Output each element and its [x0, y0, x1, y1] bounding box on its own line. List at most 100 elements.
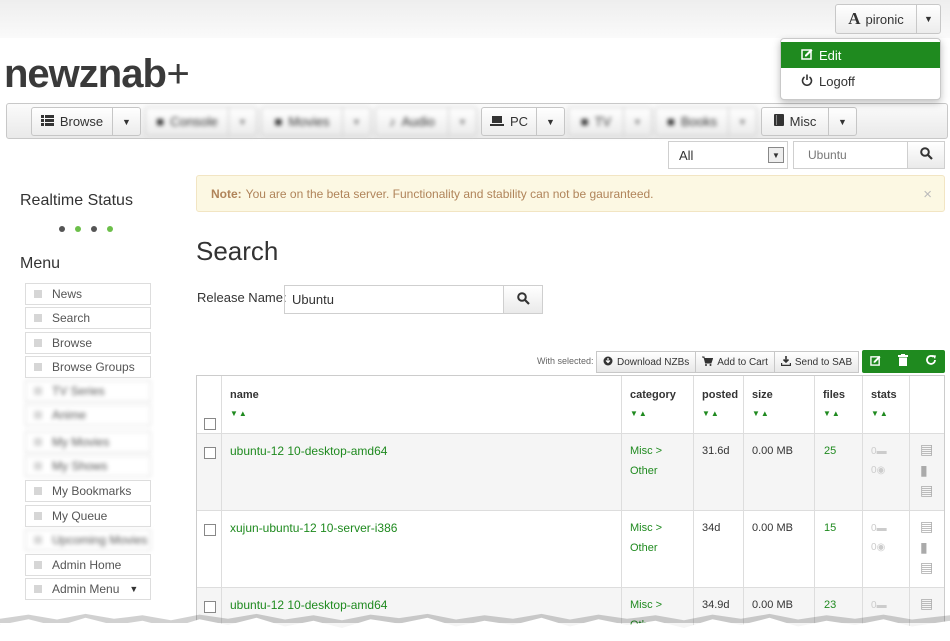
sidebar-item-my-bookmarks[interactable]: My Bookmarks	[25, 480, 151, 502]
edit-icon[interactable]	[870, 355, 881, 369]
category-link[interactable]: Other	[630, 465, 658, 477]
printer-icon[interactable]: ▤	[920, 441, 933, 458]
nav-tv[interactable]: ■ TV ▼	[568, 107, 652, 136]
files-link[interactable]: 15	[824, 522, 836, 534]
release-search-button[interactable]	[503, 285, 543, 314]
sidebar-item-browse[interactable]: Browse	[25, 332, 151, 354]
sort-arrows-icon[interactable]: ▼▲	[752, 409, 770, 418]
comments-count[interactable]: 0▬	[871, 523, 887, 534]
nav-books-caret[interactable]: ▼	[728, 108, 756, 135]
sidebar-item-my-shows[interactable]: My Shows	[25, 455, 151, 477]
sidebar-item-my-queue[interactable]: My Queue	[25, 505, 151, 527]
nav-pc-caret[interactable]: ▼	[536, 108, 564, 135]
column-header-name[interactable]: name	[230, 389, 259, 401]
sidebar-item-browse-groups[interactable]: Browse Groups	[25, 356, 151, 378]
category-link[interactable]: Misc >	[630, 599, 662, 611]
bookmark-icon[interactable]: ▮	[920, 539, 928, 556]
category-select[interactable]: All ▼	[668, 141, 788, 169]
nav-misc-label: Misc	[789, 114, 817, 129]
printer-icon[interactable]: ▤	[920, 595, 933, 612]
grabs-count[interactable]: 0◉	[871, 465, 885, 476]
release-name-link[interactable]: xujun-ubuntu-12 10-server-i386	[230, 521, 397, 535]
nav-movies[interactable]: ■ Movies ▼	[261, 107, 371, 136]
font-a-icon: A	[848, 9, 861, 28]
close-icon[interactable]: ×	[923, 186, 932, 203]
nav-console[interactable]: ■ Console ▼	[145, 107, 257, 136]
nav-audio-caret[interactable]: ▼	[448, 108, 476, 135]
sidebar-item-news[interactable]: News	[25, 283, 151, 305]
user-menu-toggle[interactable]: A pironic	[836, 5, 916, 33]
row-checkbox[interactable]	[204, 524, 216, 536]
sidebar-item-my-movies[interactable]: My Movies	[25, 431, 151, 453]
comments-count[interactable]: 0▬	[871, 446, 887, 457]
printer-icon[interactable]: ▤	[920, 559, 933, 576]
menu-item-edit[interactable]: Edit	[781, 42, 940, 68]
printer-icon[interactable]: ▤	[920, 482, 933, 499]
trash-icon[interactable]	[897, 354, 908, 369]
sort-arrows-icon[interactable]: ▼▲	[702, 409, 720, 418]
sort-arrows-icon[interactable]: ▼▲	[823, 409, 841, 418]
top-search-input[interactable]: Ubuntu	[793, 141, 908, 169]
files-link[interactable]: 25	[824, 445, 836, 457]
nav-browse-label: Browse	[59, 114, 104, 129]
release-name-input[interactable]: Ubuntu	[284, 285, 505, 314]
nav-tv-caret[interactable]: ▼	[623, 108, 651, 135]
nav-browse-caret[interactable]: ▼	[112, 108, 140, 135]
newznab-logo[interactable]: newznab+	[4, 52, 189, 96]
sidebar-item-admin-home[interactable]: Admin Home	[25, 554, 151, 576]
select-all-checkbox[interactable]	[204, 418, 216, 430]
printer-icon[interactable]: ▤	[920, 518, 933, 535]
nav-misc-button[interactable]: Misc	[762, 108, 828, 135]
category-link[interactable]: Misc >	[630, 445, 662, 457]
nav-tv-button[interactable]: ■ TV	[569, 108, 623, 135]
nav-browse[interactable]: Browse ▼	[31, 107, 141, 136]
bookmark-icon[interactable]: ▮	[920, 462, 928, 479]
category-link[interactable]: Misc >	[630, 522, 662, 534]
nav-movies-button[interactable]: ■ Movies	[262, 108, 342, 135]
user-caret-button[interactable]: ▼	[916, 5, 940, 33]
download-nzbs-button[interactable]: Download NZBs	[596, 351, 697, 373]
nav-pc[interactable]: PC ▼	[481, 107, 565, 136]
nav-audio[interactable]: ♪ Audio ▼	[375, 107, 477, 136]
row-checkbox[interactable]	[204, 601, 216, 613]
sort-arrows-icon[interactable]: ▼▲	[630, 409, 648, 418]
nav-misc-caret[interactable]: ▼	[828, 108, 856, 135]
user-menu-button[interactable]: A pironic ▼	[835, 4, 941, 34]
column-header-category[interactable]: category	[630, 389, 676, 401]
nav-audio-button[interactable]: ♪ Audio	[376, 108, 448, 135]
nav-books[interactable]: ■ Books ▼	[655, 107, 757, 136]
select-arrow-icon[interactable]: ▼	[768, 147, 784, 163]
send-to-sab-button[interactable]: Send to SAB	[773, 351, 860, 373]
column-header-posted[interactable]: posted	[702, 389, 738, 401]
nav-pc-button[interactable]: PC	[482, 108, 536, 135]
sort-arrows-icon[interactable]: ▼▲	[230, 409, 248, 418]
column-header-size[interactable]: size	[752, 389, 773, 401]
sidebar-item-search[interactable]: Search	[25, 307, 151, 329]
menu-item-logoff[interactable]: Logoff	[781, 68, 940, 94]
refresh-icon[interactable]	[925, 354, 937, 369]
grabs-count[interactable]: 0◉	[871, 542, 885, 553]
column-header-stats[interactable]: stats	[871, 389, 897, 401]
files-link[interactable]: 23	[824, 599, 836, 611]
nav-movies-caret[interactable]: ▼	[342, 108, 370, 135]
top-search-button[interactable]	[907, 141, 945, 169]
sidebar-item-tv-series[interactable]: TV Series	[25, 380, 151, 402]
nav-console-caret[interactable]: ▼	[228, 108, 256, 135]
sort-arrows-icon[interactable]: ▼▲	[871, 409, 889, 418]
nav-console-button[interactable]: ■ Console	[146, 108, 228, 135]
add-to-cart-button[interactable]: Add to Cart	[695, 351, 775, 373]
release-name-link[interactable]: ubuntu-12 10-desktop-amd64	[230, 444, 387, 458]
sidebar-item-upcoming[interactable]: Upcoming Movies	[25, 529, 151, 551]
nav-misc[interactable]: Misc ▼	[761, 107, 857, 136]
comment-icon: ▬	[876, 523, 887, 534]
column-header-files[interactable]: files	[823, 389, 845, 401]
category-link[interactable]: Other	[630, 542, 658, 554]
row-checkbox[interactable]	[204, 447, 216, 459]
sidebar-item-anime[interactable]: Anime	[25, 404, 151, 426]
nav-books-button[interactable]: ■ Books	[656, 108, 728, 135]
sidebar-item-label: Admin Menu	[52, 582, 120, 596]
nav-browse-button[interactable]: Browse	[32, 108, 112, 135]
sidebar-item-admin-menu[interactable]: Admin Menu ▼	[25, 578, 151, 600]
release-name-link[interactable]: ubuntu-12 10-desktop-amd64	[230, 598, 387, 612]
comments-count[interactable]: 0▬	[871, 600, 887, 611]
